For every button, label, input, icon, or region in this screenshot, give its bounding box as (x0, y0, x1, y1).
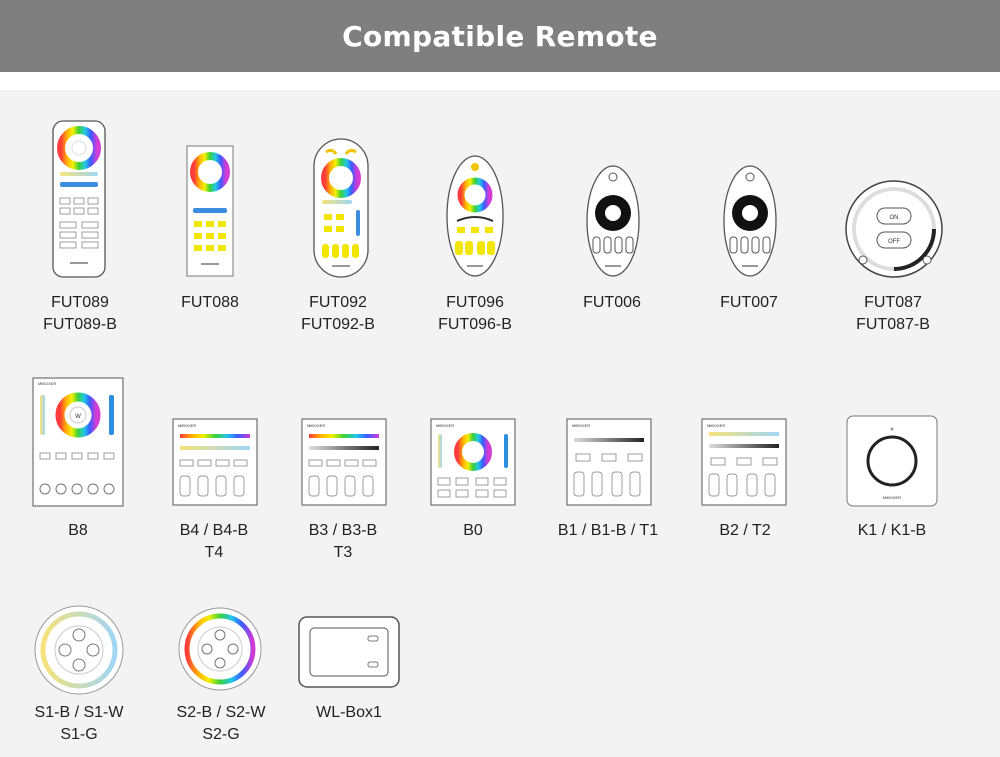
caption-line: FUT092 (309, 294, 367, 311)
b2-brand: MiBOXER (707, 423, 725, 428)
fut006-image (586, 165, 640, 277)
caption-fut007: FUT007 (674, 292, 824, 314)
caption-line: S2-G (202, 726, 240, 743)
k1-brand: MiBOXER (883, 495, 901, 500)
caption-fut096: FUT096 FUT096-B (400, 292, 550, 336)
caption-b2: B2 / T2 (670, 520, 820, 542)
page-title: Compatible Remote (342, 19, 658, 53)
caption-k1: K1 / K1-B (817, 520, 967, 542)
caption-line: B8 (68, 522, 88, 539)
remote-fut096 (445, 155, 505, 277)
panel-b3: MiBOXER (301, 418, 387, 506)
remote-fut092 (312, 138, 370, 278)
b0-image: MiBOXER (430, 418, 516, 506)
b4-image: MiBOXER (172, 418, 258, 506)
caption-line: FUT096-B (438, 316, 512, 333)
caption-line: FUT007 (720, 294, 778, 311)
caption-line: FUT087 (864, 294, 922, 311)
panel-k1: MiBOXER (846, 415, 938, 507)
remote-fut007 (722, 165, 778, 277)
caption-fut089: FUT089 FUT089-B (5, 292, 155, 336)
caption-line: T4 (204, 544, 224, 561)
device-wlbox1 (298, 616, 400, 688)
panel-b0: MiBOXER (430, 418, 516, 506)
caption-line: T3 (333, 544, 353, 561)
panel-b1: MiBOXER (566, 418, 652, 506)
remote-fut088 (185, 145, 235, 277)
caption-line: K1 / K1-B (857, 522, 927, 539)
b3-image: MiBOXER (301, 418, 387, 506)
caption-line: B2 / T2 (719, 522, 771, 539)
caption-b3: B3 / B3-B T3 (268, 520, 418, 564)
caption-s1: S1-B / S1-W S1-G (4, 702, 154, 746)
caption-b4: B4 / B4-B T4 (139, 520, 289, 564)
caption-line: WL-Box1 (316, 704, 382, 721)
caption-fut087: FUT087 FUT087-B (818, 292, 968, 336)
caption-b0: B0 (398, 520, 548, 542)
caption-line: FUT089-B (43, 316, 117, 333)
b1-image: MiBOXER (566, 418, 652, 506)
b4-brand: MiBOXER (178, 423, 196, 428)
caption-line: S1-G (60, 726, 98, 743)
b1-brand: MiBOXER (572, 423, 590, 428)
caption-line: S1-B / S1-W (34, 704, 124, 721)
caption-line: B4 / B4-B (179, 522, 249, 539)
caption-line: FUT006 (583, 294, 641, 311)
caption-b1: B1 / B1-B / T1 (533, 520, 683, 542)
caption-line: FUT089 (51, 294, 109, 311)
fut092-image (313, 138, 369, 278)
remote-s2 (178, 607, 262, 691)
remote-s1 (34, 605, 124, 695)
fut096-image (446, 155, 504, 277)
caption-fut092: FUT092 FUT092-B (263, 292, 413, 336)
b8-w-label: W (75, 414, 81, 420)
b8-brand: MiBOXER (38, 381, 56, 386)
b8-image: MiBOXER W (32, 377, 124, 507)
remote-fut089 (50, 120, 110, 280)
fut087-image: ON OFF (845, 180, 943, 278)
remote-fut087: ON OFF (845, 180, 943, 278)
panel-b8: MiBOXER W (32, 377, 124, 507)
remote-fut006 (585, 165, 641, 277)
caption-line: B0 (463, 522, 483, 539)
caption-line: FUT092-B (301, 316, 375, 333)
panel-b4: MiBOXER (172, 418, 258, 506)
fut089-image (52, 120, 106, 278)
page-header: Compatible Remote (0, 0, 1000, 72)
caption-fut006: FUT006 (537, 292, 687, 314)
fut087-off-label: OFF (888, 239, 900, 245)
caption-wlbox1: WL-Box1 (274, 702, 424, 724)
caption-b8: B8 (3, 520, 153, 542)
panel-b2: MiBOXER (701, 418, 787, 506)
caption-line: B3 / B3-B (308, 522, 378, 539)
caption-line: FUT087-B (856, 316, 930, 333)
caption-line: FUT096 (446, 294, 504, 311)
b0-brand: MiBOXER (436, 423, 454, 428)
header-gap (0, 72, 1000, 90)
b2-image: MiBOXER (701, 418, 787, 506)
fut087-on-label: ON (890, 215, 899, 221)
b3-brand: MiBOXER (307, 423, 325, 428)
s2-image (178, 607, 262, 691)
fut088-image (186, 145, 234, 277)
caption-line: B1 / B1-B / T1 (557, 522, 659, 539)
k1-image: MiBOXER (846, 415, 938, 507)
fut007-image (723, 165, 777, 277)
wlbox1-image (298, 616, 400, 688)
s1-image (34, 605, 124, 695)
